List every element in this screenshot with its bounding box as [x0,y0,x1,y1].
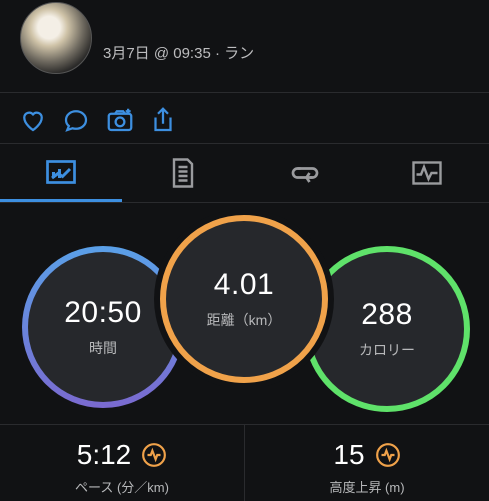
calories-ring: 288 カロリー [304,246,470,412]
comment-icon[interactable] [61,105,91,135]
tab-details[interactable] [122,144,244,202]
distance-value: 4.01 [213,268,275,301]
pace-stat[interactable]: 5:12 ペース (分／km) [0,425,244,501]
calories-value: 288 [361,298,413,331]
add-photo-icon[interactable] [105,105,135,135]
time-label: 時間 [89,340,117,356]
summary-metrics: 20:50 時間 288 カロリー 4.01 距離（km） [0,203,489,423]
elevation-stat[interactable]: 15 高度上昇 (m) [245,425,489,501]
activity-header: 3月7日 @ 09:35 · ラン [0,0,489,93]
tab-charts[interactable] [366,144,488,202]
pulse-badge-icon [142,443,167,467]
pace-value: 5:12 [76,439,132,470]
tab-laps[interactable] [244,144,366,202]
elevation-value: 15 [333,439,365,470]
distance-ring: 4.01 距離（km） [160,215,328,383]
activity-tabs [0,144,489,203]
waveform-chart-icon [412,161,442,185]
elevation-label: 高度上昇 (m) [329,480,405,495]
pulse-badge-icon [375,443,400,467]
avatar[interactable] [20,2,92,74]
action-bar [0,93,489,144]
tab-summary[interactable] [0,144,122,202]
document-list-icon [172,158,194,188]
distance-label: 距離（km） [206,312,282,328]
time-ring: 20:50 時間 [22,246,184,408]
stats-chart-icon [46,159,76,184]
calories-label: カロリー [359,342,415,358]
bottom-stats: 5:12 ペース (分／km) 15 高度上昇 (m) [0,424,489,501]
pace-label: ペース (分／km) [75,480,169,495]
time-value: 20:50 [64,296,142,329]
share-icon[interactable] [148,105,178,135]
activity-date-type: 3月7日 @ 09:35 · ラン [103,45,255,62]
loop-arrows-icon [291,167,319,183]
heart-icon[interactable] [18,105,48,135]
